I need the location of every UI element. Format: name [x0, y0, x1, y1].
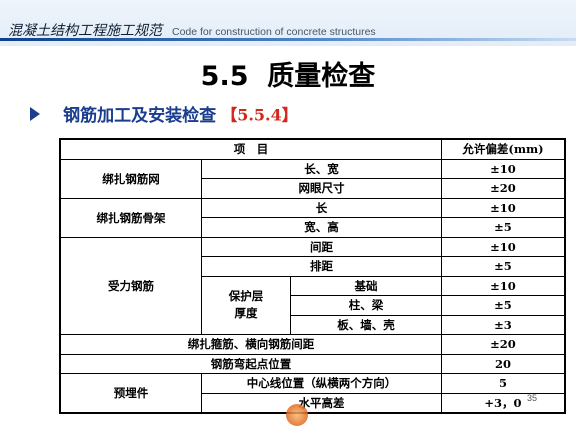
item-cell: 基础	[290, 275, 442, 296]
value-cell: +3，0	[441, 392, 566, 414]
table-row: 受力钢筋 间距 ±10	[59, 236, 566, 335]
header-title-cn: 混凝土结构工程施工规范	[8, 23, 162, 39]
item-cell: 绑扎箍筋、横向钢筋间距	[59, 334, 442, 355]
item-cell: 间距	[201, 236, 442, 257]
value-cell: 20	[441, 353, 566, 374]
item-cell: 水平高差	[201, 392, 442, 414]
item-cell: 长、宽	[201, 158, 442, 179]
header-item: 项 目	[59, 138, 442, 160]
value-cell: ±10	[441, 275, 566, 296]
arrow-bullet-icon	[30, 106, 40, 121]
value-cell: ±20	[441, 178, 566, 199]
item-cell: 长	[201, 197, 442, 218]
value-cell: ±5	[441, 217, 566, 238]
table-row: 钢筋弯起点位置 20	[59, 353, 566, 374]
header-title-en: Code for construction of concrete struct…	[172, 26, 376, 38]
item-cell: 宽、高	[201, 217, 442, 238]
table-row: 绑扎钢筋骨架 长 ±10	[59, 197, 566, 238]
value-cell: ±5	[441, 256, 566, 277]
value-cell: ±10	[441, 197, 566, 218]
header-tolerance: 允许偏差(mm)	[441, 138, 566, 160]
group-cell: 绑扎钢筋网	[59, 158, 202, 199]
item-cell: 排距	[201, 256, 442, 277]
item-cell: 柱、梁	[290, 295, 442, 316]
clause-reference: 【5.5.4】	[221, 105, 298, 125]
group-cell: 预埋件	[59, 373, 202, 414]
table-row: 绑扎箍筋、横向钢筋间距 ±20	[59, 334, 566, 355]
logo-icon	[286, 404, 308, 426]
header-title: 混凝土结构工程施工规范 Code for construction of conc…	[8, 20, 376, 40]
value-cell: ±10	[441, 236, 566, 257]
header-rule	[0, 38, 576, 41]
table-row: 绑扎钢筋网 长、宽 ±10	[59, 158, 566, 199]
page-number: 35	[527, 393, 538, 403]
item-cell: 中心线位置（纵横两个方向）	[201, 373, 442, 394]
value-cell: ±3	[441, 314, 566, 335]
bullet-heading: 钢筋加工及安装检查 【5.5.4】	[30, 101, 298, 126]
group-cell: 绑扎钢筋骨架	[59, 197, 202, 238]
table-row: 预埋件 中心线位置（纵横两个方向） 5	[59, 373, 566, 414]
item-cell: 板、墙、壳	[290, 314, 442, 335]
item-cell: 钢筋弯起点位置	[59, 353, 442, 374]
value-cell: 5	[441, 373, 566, 394]
inspection-table: 项 目 允许偏差(mm) 绑扎钢筋网 长、宽 ±10 网眼尺寸 ±20 绑扎钢筋…	[59, 138, 566, 414]
subgroup-cell: 保护层 厚度	[201, 275, 291, 335]
slide-title: 5.5 质量检查	[200, 61, 376, 92]
value-cell: ±10	[441, 158, 566, 179]
value-cell: ±5	[441, 295, 566, 316]
group-cell: 受力钢筋	[59, 236, 202, 335]
value-cell: ±20	[441, 334, 566, 355]
table-header-row: 项 目 允许偏差(mm)	[59, 138, 566, 160]
item-cell: 网眼尺寸	[201, 178, 442, 199]
bullet-text: 钢筋加工及安装检查	[63, 106, 217, 126]
